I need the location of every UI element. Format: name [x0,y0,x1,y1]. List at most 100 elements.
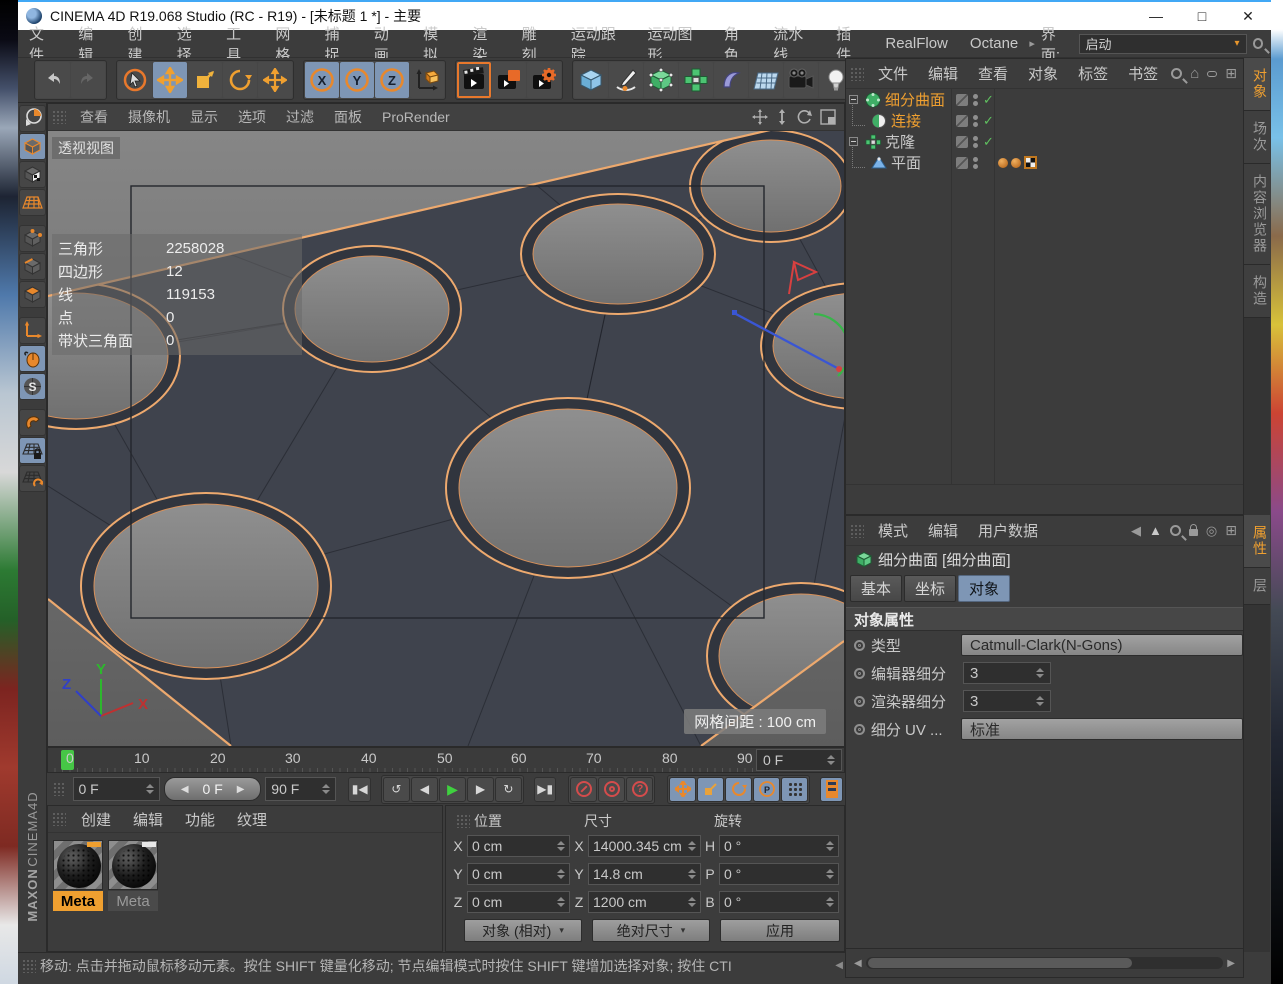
render-settings-button[interactable] [527,62,561,98]
redo-button[interactable] [71,62,105,98]
visibility-dots[interactable] [973,156,978,169]
camera-button[interactable] [784,62,818,98]
add-primitive-cube-button[interactable] [574,62,608,98]
coords-grip[interactable] [456,814,470,828]
visibility-dots[interactable] [973,135,978,148]
tab-object[interactable]: 对象 [958,575,1011,602]
layer-tag[interactable] [956,135,968,148]
am-search-icon[interactable] [1169,525,1181,536]
om-menu-file[interactable]: 文件 [868,63,918,84]
autokey-button[interactable] [598,776,626,802]
current-frame-field[interactable]: 0 F [756,749,842,771]
scroll-left-arrow[interactable]: ◀ [850,958,866,969]
z-axis-lock[interactable]: Z [375,62,409,98]
goto-start-button[interactable]: ▮◀ [348,776,371,802]
apply-button[interactable]: 应用 [720,919,840,942]
am-menu-mode[interactable]: 模式 [868,520,918,541]
make-editable-button[interactable] [18,105,46,132]
edges-mode-button[interactable] [18,253,46,280]
menu-plugins[interactable]: 插件 [825,26,874,64]
scrollbar-thumb[interactable] [867,958,1133,968]
material-item[interactable]: Meta [108,840,158,911]
am-grip[interactable] [850,523,864,538]
menu-sculpt[interactable]: 雕刻 [511,26,560,64]
menu-edit[interactable]: 编辑 [67,26,116,64]
key-scale-toggle[interactable] [697,776,725,802]
key-parameter-toggle[interactable]: P [753,776,781,802]
viewport-solo-button[interactable] [18,345,46,372]
play-forward-button[interactable]: ↻ [494,776,522,802]
end-frame-field[interactable]: 90 F [265,777,337,801]
menu-file[interactable]: 文件 [18,26,67,64]
visibility-dots[interactable] [973,114,978,127]
workplane-lock-button[interactable] [18,437,46,464]
move-tool[interactable] [153,62,187,98]
keyframe-circle-icon[interactable] [854,695,865,707]
om-path-icon[interactable] [1207,70,1218,77]
menu-render[interactable]: 渲染 [461,26,510,64]
mograph-cloner-button[interactable] [679,62,713,98]
render-to-picture-viewer-button[interactable] [492,62,526,98]
mat-menu-function[interactable]: 功能 [174,809,226,830]
menu-animate[interactable]: 动画 [363,26,412,64]
expander-icon[interactable] [849,95,858,104]
object-row-subdivision-surface[interactable]: 细分曲面 ✓ [846,89,1243,110]
polygons-mode-button[interactable] [18,281,46,308]
live-selection-tool[interactable] [118,62,152,98]
am-target-icon[interactable]: ◎ [1206,523,1217,539]
am-up-icon[interactable]: ▲ [1149,523,1162,538]
om-grip[interactable] [850,66,864,81]
keyframe-circle-icon[interactable] [854,639,865,651]
expander-icon[interactable] [849,137,858,146]
model-mode-button[interactable] [18,133,46,160]
tab-coord[interactable]: 坐标 [904,575,957,602]
editor-subdiv-field[interactable]: 3 [963,662,1051,684]
vp-menu-options[interactable]: 选项 [228,107,276,127]
x-axis-lock[interactable]: X [305,62,339,98]
timeline-ruler[interactable]: 0 10 20 30 40 50 60 70 80 90 0 F [47,747,845,773]
menu-select[interactable]: 选择 [166,26,215,64]
frame-scrubber[interactable]: ◀ 0 F ▶ [164,777,262,801]
snap-s-button[interactable]: S [18,373,46,400]
menu-snap[interactable]: 捕捉 [314,26,363,64]
add-spline-pen-button[interactable] [609,62,643,98]
coordinate-system-toggle[interactable] [410,62,444,98]
points-mode-button[interactable] [18,225,46,252]
position-mode-dropdown[interactable]: 对象 (相对) ▾ [464,919,582,942]
am-menu-userdata[interactable]: 用户数据 [968,520,1048,541]
menu-motion-tracker[interactable]: 运动跟踪 [560,26,637,64]
tab-attributes[interactable]: 属性 [1244,515,1270,568]
texture-tag-icon[interactable] [1024,156,1037,169]
object-row-cloner[interactable]: 克隆 ✓ [846,131,1243,152]
rot-b-field[interactable]: 0 ° [719,891,839,913]
status-scroll-arrow[interactable]: ◀ [835,960,845,971]
attribute-scrollbar[interactable]: ◀ ▶ [845,948,1244,978]
tab-content-browser[interactable]: 内容浏览器 [1244,164,1270,265]
om-search-icon[interactable] [1171,68,1183,79]
key-rotation-toggle[interactable] [725,776,753,802]
vp-menu-display[interactable]: 显示 [180,107,228,127]
next-frame-button[interactable]: ▶ [466,776,494,802]
transport-grip[interactable] [53,782,65,796]
start-frame-field[interactable]: 0 F [72,777,161,801]
pan-view-icon[interactable] [752,109,768,125]
last-used-tool[interactable] [258,62,292,98]
pos-x-field[interactable]: 0 cm [467,835,570,857]
goto-end-button[interactable]: ▶▮ [533,776,557,802]
tab-basic[interactable]: 基本 [850,575,903,602]
om-menu-bookmarks[interactable]: 书签 [1118,63,1168,84]
size-x-field[interactable]: 14000.345 cm [588,835,701,857]
enabled-check[interactable]: ✓ [983,92,995,108]
rot-h-field[interactable]: 0 ° [719,835,839,857]
vp-menu-filter[interactable]: 过滤 [276,107,324,127]
menu-realflow[interactable]: RealFlow [874,30,959,57]
keyframe-circle-icon[interactable] [854,723,865,735]
play-backwards-button[interactable]: ↺ [382,776,410,802]
rot-p-field[interactable]: 0 ° [719,863,839,885]
keyframe-presets-button[interactable] [820,776,844,802]
zoom-view-icon[interactable] [776,109,788,125]
size-mode-dropdown[interactable]: 绝对尺寸 ▾ [592,919,710,942]
workplane-mode-button[interactable] [18,189,46,216]
am-lock-icon[interactable] [1188,524,1198,536]
interface-dropdown[interactable]: 启动 ▾ [1078,33,1247,54]
